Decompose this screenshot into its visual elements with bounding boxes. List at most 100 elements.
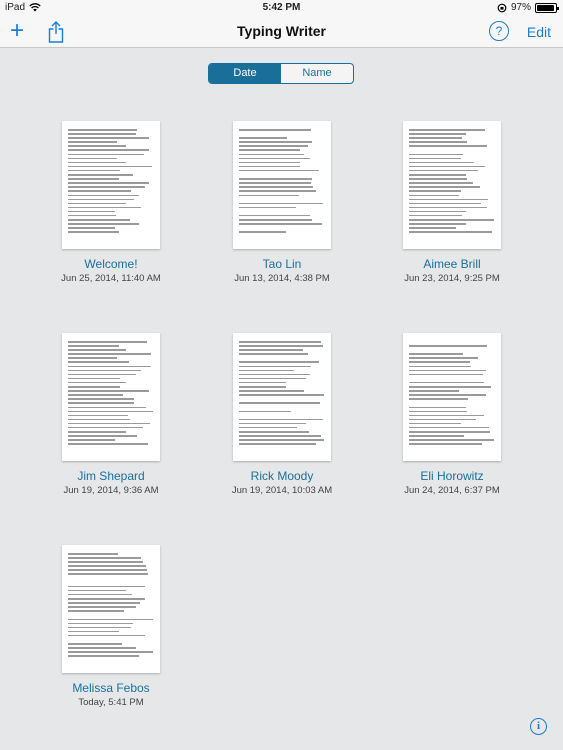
thumbnail-text-line xyxy=(68,643,123,645)
edit-button[interactable]: Edit xyxy=(527,24,551,40)
thumbnail-text-line xyxy=(68,361,130,363)
document-date: Jun 13, 2014, 4:38 PM xyxy=(234,273,330,284)
document-title: Eli Horowitz xyxy=(420,469,484,483)
status-bar: iPad 5:42 PM 97% xyxy=(0,0,563,16)
thumbnail-text-line xyxy=(409,414,484,417)
thumbnail-text-line xyxy=(409,361,471,363)
thumbnail-text-line xyxy=(409,378,491,380)
help-button[interactable]: ? xyxy=(489,21,509,41)
thumbnail-text-line xyxy=(239,165,301,168)
thumbnail-text-line xyxy=(409,198,489,201)
thumbnail-text-line xyxy=(68,618,154,620)
thumbnail-text-line xyxy=(239,129,312,131)
thumbnail-text-line xyxy=(68,639,132,641)
thumbnail-text-line xyxy=(409,390,459,392)
thumbnail-text-line xyxy=(68,129,137,131)
thumbnail-text-line xyxy=(409,141,468,143)
thumbnail-text-line xyxy=(239,349,303,351)
document-title: Tao Lin xyxy=(262,257,302,271)
document-date: Jun 25, 2014, 11:40 AM xyxy=(61,273,161,284)
thumbnail-text-line xyxy=(68,157,118,160)
thumbnail-text-line xyxy=(239,365,312,368)
thumbnail-text-line xyxy=(68,182,149,184)
thumbnail-text-line xyxy=(68,345,119,347)
thumbnail-text-line xyxy=(409,365,471,368)
document-date: Jun 24, 2014, 6:37 PM xyxy=(404,485,500,496)
thumbnail-text-line xyxy=(239,211,310,213)
thumbnail-text-line xyxy=(239,439,325,441)
thumbnail-text-line xyxy=(409,219,495,221)
thumbnail-text-line xyxy=(239,369,295,372)
document-thumbnail[interactable] xyxy=(62,333,160,461)
thumbnail-text-line xyxy=(239,214,310,217)
thumbnail-text-line xyxy=(409,443,483,445)
thumbnail-text-line xyxy=(68,439,116,441)
document-thumbnail[interactable] xyxy=(233,333,331,461)
thumbnail-text-line xyxy=(409,149,490,151)
thumbnail-text-line xyxy=(409,439,495,441)
thumbnail-text-line xyxy=(239,223,322,225)
thumbnail-text-line xyxy=(68,219,130,221)
orientation-lock-icon xyxy=(497,3,507,12)
thumbnail-text-line xyxy=(239,227,286,229)
info-button[interactable]: i xyxy=(530,718,547,735)
thumbnail-text-line xyxy=(68,655,139,657)
thumbnail-text-line xyxy=(409,137,463,139)
thumbnail-text-line xyxy=(68,369,142,372)
document-thumbnail[interactable] xyxy=(403,121,501,249)
thumbnail-text-line xyxy=(68,426,143,429)
thumbnail-text-line xyxy=(68,398,135,400)
sort-name-tab[interactable]: Name xyxy=(281,64,353,83)
thumbnail-text-line xyxy=(409,231,492,233)
document-date: Today, 5:41 PM xyxy=(78,697,144,708)
thumbnail-text-line xyxy=(239,202,324,205)
thumbnail-text-line xyxy=(409,153,464,156)
thumbnail-text-line xyxy=(68,174,134,176)
thumbnail-text-line xyxy=(239,415,287,417)
document-thumbnail[interactable] xyxy=(233,121,331,249)
thumbnail-text-line xyxy=(68,165,153,168)
thumbnail-text-line xyxy=(68,381,126,384)
document-title: Aimee Brill xyxy=(423,257,481,271)
thumbnail-text-line xyxy=(239,190,317,192)
thumbnail-text-line xyxy=(409,206,488,209)
thumbnail-text-line xyxy=(409,373,483,376)
thumbnail-text-line xyxy=(68,602,141,604)
thumbnail-text-line xyxy=(239,194,300,196)
thumbnail-text-line xyxy=(409,129,485,131)
thumbnail-text-line xyxy=(239,153,305,156)
thumbnail-text-line xyxy=(68,402,135,404)
thumbnail-text-line xyxy=(239,426,298,429)
thumbnail-text-line xyxy=(68,214,117,217)
document-thumbnail[interactable] xyxy=(62,545,160,673)
thumbnail-text-line xyxy=(68,626,131,629)
thumbnail-text-line xyxy=(68,194,139,196)
thumbnail-text-line xyxy=(68,202,127,205)
document-title: Jim Shepard xyxy=(77,469,145,483)
thumbnail-text-line xyxy=(239,145,308,147)
thumbnail-text-line xyxy=(239,381,287,384)
thumbnail-text-line xyxy=(409,418,477,421)
thumbnail-text-line xyxy=(239,431,309,433)
thumbnail-text-line xyxy=(239,341,321,343)
thumbnail-text-line xyxy=(68,133,136,135)
thumbnail-text-line xyxy=(68,561,143,563)
thumbnail-text-line xyxy=(68,341,148,343)
thumbnail-text-line xyxy=(68,390,149,392)
document-date: Jun 19, 2014, 10:03 AM xyxy=(231,485,333,496)
thumbnail-text-line xyxy=(68,153,144,156)
document-thumbnail[interactable] xyxy=(62,121,160,249)
thumbnail-text-line xyxy=(68,651,154,653)
thumbnail-text-line xyxy=(68,569,148,571)
thumbnail-text-line xyxy=(68,137,149,139)
thumbnail-text-line xyxy=(239,149,301,151)
thumbnail-text-line xyxy=(239,422,307,425)
document-thumbnail[interactable] xyxy=(403,333,501,461)
thumbnail-text-line xyxy=(239,133,301,135)
thumbnail-text-line xyxy=(239,357,298,359)
thumbnail-text-line xyxy=(409,341,494,343)
thumbnail-text-line xyxy=(409,157,462,160)
sort-date-tab[interactable]: Date xyxy=(209,64,281,83)
thumbnail-text-line xyxy=(68,598,146,600)
thumbnail-text-line xyxy=(409,169,478,172)
